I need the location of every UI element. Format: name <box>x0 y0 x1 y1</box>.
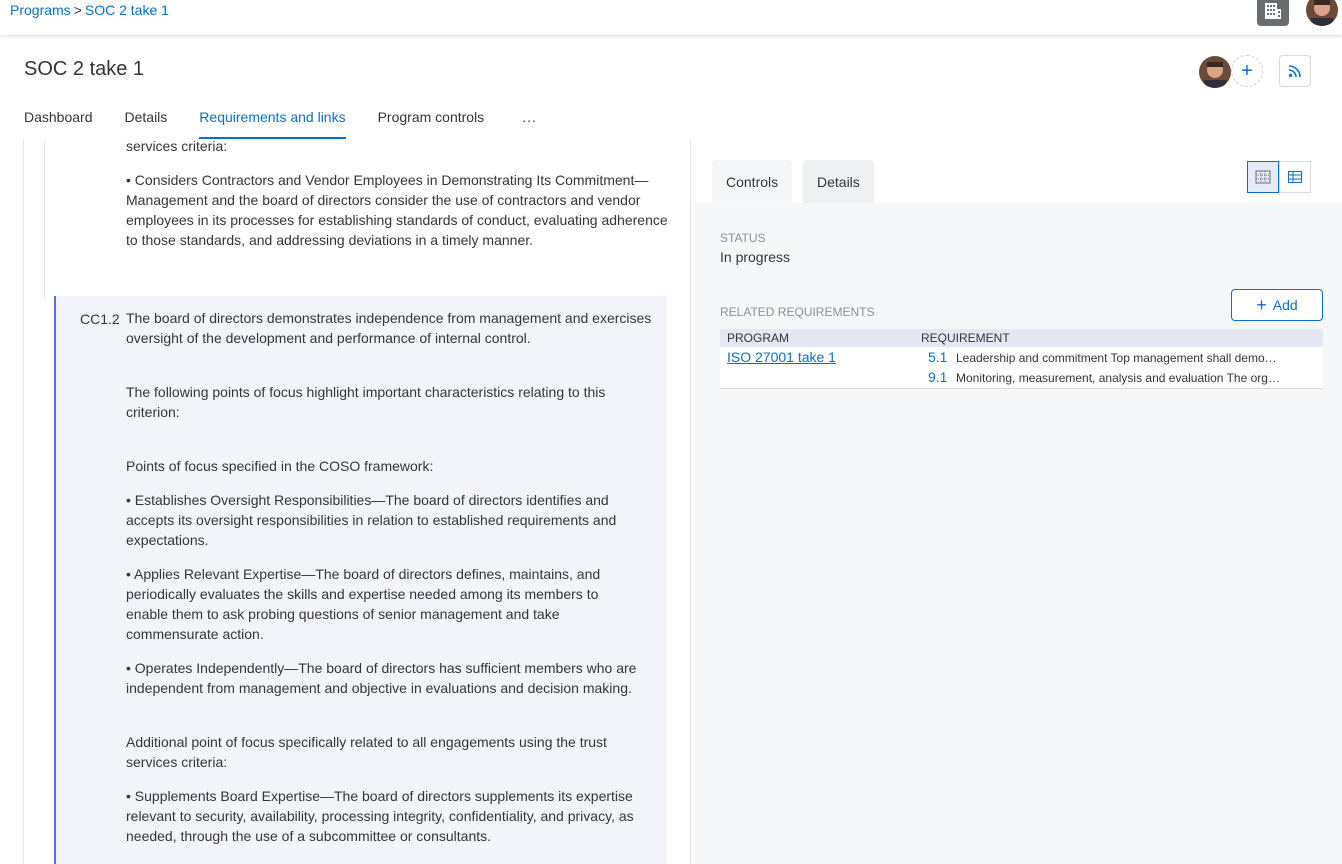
tab-more[interactable]: ... <box>522 107 537 139</box>
add-member-button[interactable]: + <box>1231 55 1263 87</box>
tab-program-controls[interactable]: Program controls <box>378 107 485 139</box>
page-title: SOC 2 take 1 <box>24 58 145 80</box>
user-avatar[interactable] <box>1306 0 1338 26</box>
tab-controls[interactable]: Controls <box>712 160 793 203</box>
requirement-bullet: • Considers Contractors and Vendor Emplo… <box>126 172 668 248</box>
requirement-summary: Monitoring, measurement, analysis and ev… <box>956 371 1280 385</box>
breadcrumb-separator: > <box>73 2 82 18</box>
grid-view-button[interactable] <box>1247 161 1279 193</box>
requirements-list[interactable]: services criteria: • Considers Contracto… <box>0 139 694 864</box>
divider <box>23 139 24 864</box>
plus-icon: + <box>1256 295 1267 315</box>
breadcrumb: Programs > SOC 2 take 1 <box>10 1 169 19</box>
requirement-text: Additional point of focus specifically r… <box>126 734 607 770</box>
subscribe-feed-button[interactable] <box>1279 55 1311 87</box>
tab-details[interactable]: Details <box>125 107 168 139</box>
organization-button[interactable] <box>1257 0 1289 26</box>
table-view-icon <box>1288 171 1302 183</box>
requirement-bullet: • Supplements Board Expertise—The board … <box>126 788 634 844</box>
avatar-image <box>1199 56 1231 88</box>
top-bar: Programs > SOC 2 take 1 <box>0 0 1342 35</box>
detail-panel: Controls Details STATUS In progress RELA… <box>695 139 1342 864</box>
requirement-bullet: • Establishes Oversight Responsibilities… <box>126 492 617 548</box>
breadcrumb-programs-link[interactable]: Programs <box>10 2 71 18</box>
related-requirements-label: RELATED REQUIREMENTS <box>720 305 875 319</box>
requirement-row[interactable]: 9.1 Monitoring, measurement, analysis an… <box>928 369 1323 385</box>
tab-requirements-and-links[interactable]: Requirements and links <box>199 107 346 139</box>
requirement-text: services criteria: <box>126 139 228 154</box>
building-icon <box>1265 3 1281 19</box>
page-header: SOC 2 take 1 + Dashboard Details Require… <box>0 35 1342 139</box>
requirement-number[interactable]: 9.1 <box>928 369 956 385</box>
table-header: PROGRAM REQUIREMENT <box>720 329 1323 347</box>
breadcrumb-current-link[interactable]: SOC 2 take 1 <box>85 2 169 18</box>
status-label: STATUS <box>720 231 766 245</box>
rss-icon <box>1288 65 1301 78</box>
requirement-bullet: • Applies Relevant Expertise—The board o… <box>126 566 601 642</box>
status-value: In progress <box>720 249 791 265</box>
table-row: ISO 27001 take 1 5.1 Leadership and comm… <box>720 347 1323 389</box>
member-avatar[interactable] <box>1199 56 1231 88</box>
requirement-text: Points of focus specified in the COSO fr… <box>126 458 434 474</box>
related-requirements-table: PROGRAM REQUIREMENT ISO 27001 take 1 5.1… <box>720 329 1323 389</box>
tab-details[interactable]: Details <box>803 160 874 203</box>
divider <box>690 139 691 864</box>
table-view-button[interactable] <box>1279 161 1311 193</box>
detail-panel-header: Controls Details <box>695 139 1342 203</box>
requirement-number[interactable]: 5.1 <box>928 349 956 365</box>
plus-icon: + <box>1241 59 1253 82</box>
avatar-image <box>1306 0 1338 26</box>
program-link[interactable]: ISO 27001 take 1 <box>727 349 836 365</box>
requirement-id: CC1.2 <box>80 311 120 327</box>
requirement-text: The following points of focus highlight … <box>126 384 606 420</box>
tab-dashboard[interactable]: Dashboard <box>24 107 93 139</box>
requirement-row[interactable]: 5.1 Leadership and commitment Top manage… <box>928 349 1323 365</box>
column-header-program: PROGRAM <box>727 331 790 345</box>
add-button-label: Add <box>1272 297 1298 313</box>
requirement-summary: Leadership and commitment Top management… <box>956 351 1277 365</box>
program-tabs: Dashboard Details Requirements and links… <box>24 107 569 139</box>
requirement-bullet: • Operates Independently—The board of di… <box>126 660 637 696</box>
divider <box>44 139 45 299</box>
column-header-requirement: REQUIREMENT <box>921 331 1010 345</box>
add-requirement-button[interactable]: + Add <box>1231 289 1323 321</box>
grid-view-icon <box>1255 170 1271 184</box>
requirement-title: The board of directors demonstrates inde… <box>126 310 652 346</box>
